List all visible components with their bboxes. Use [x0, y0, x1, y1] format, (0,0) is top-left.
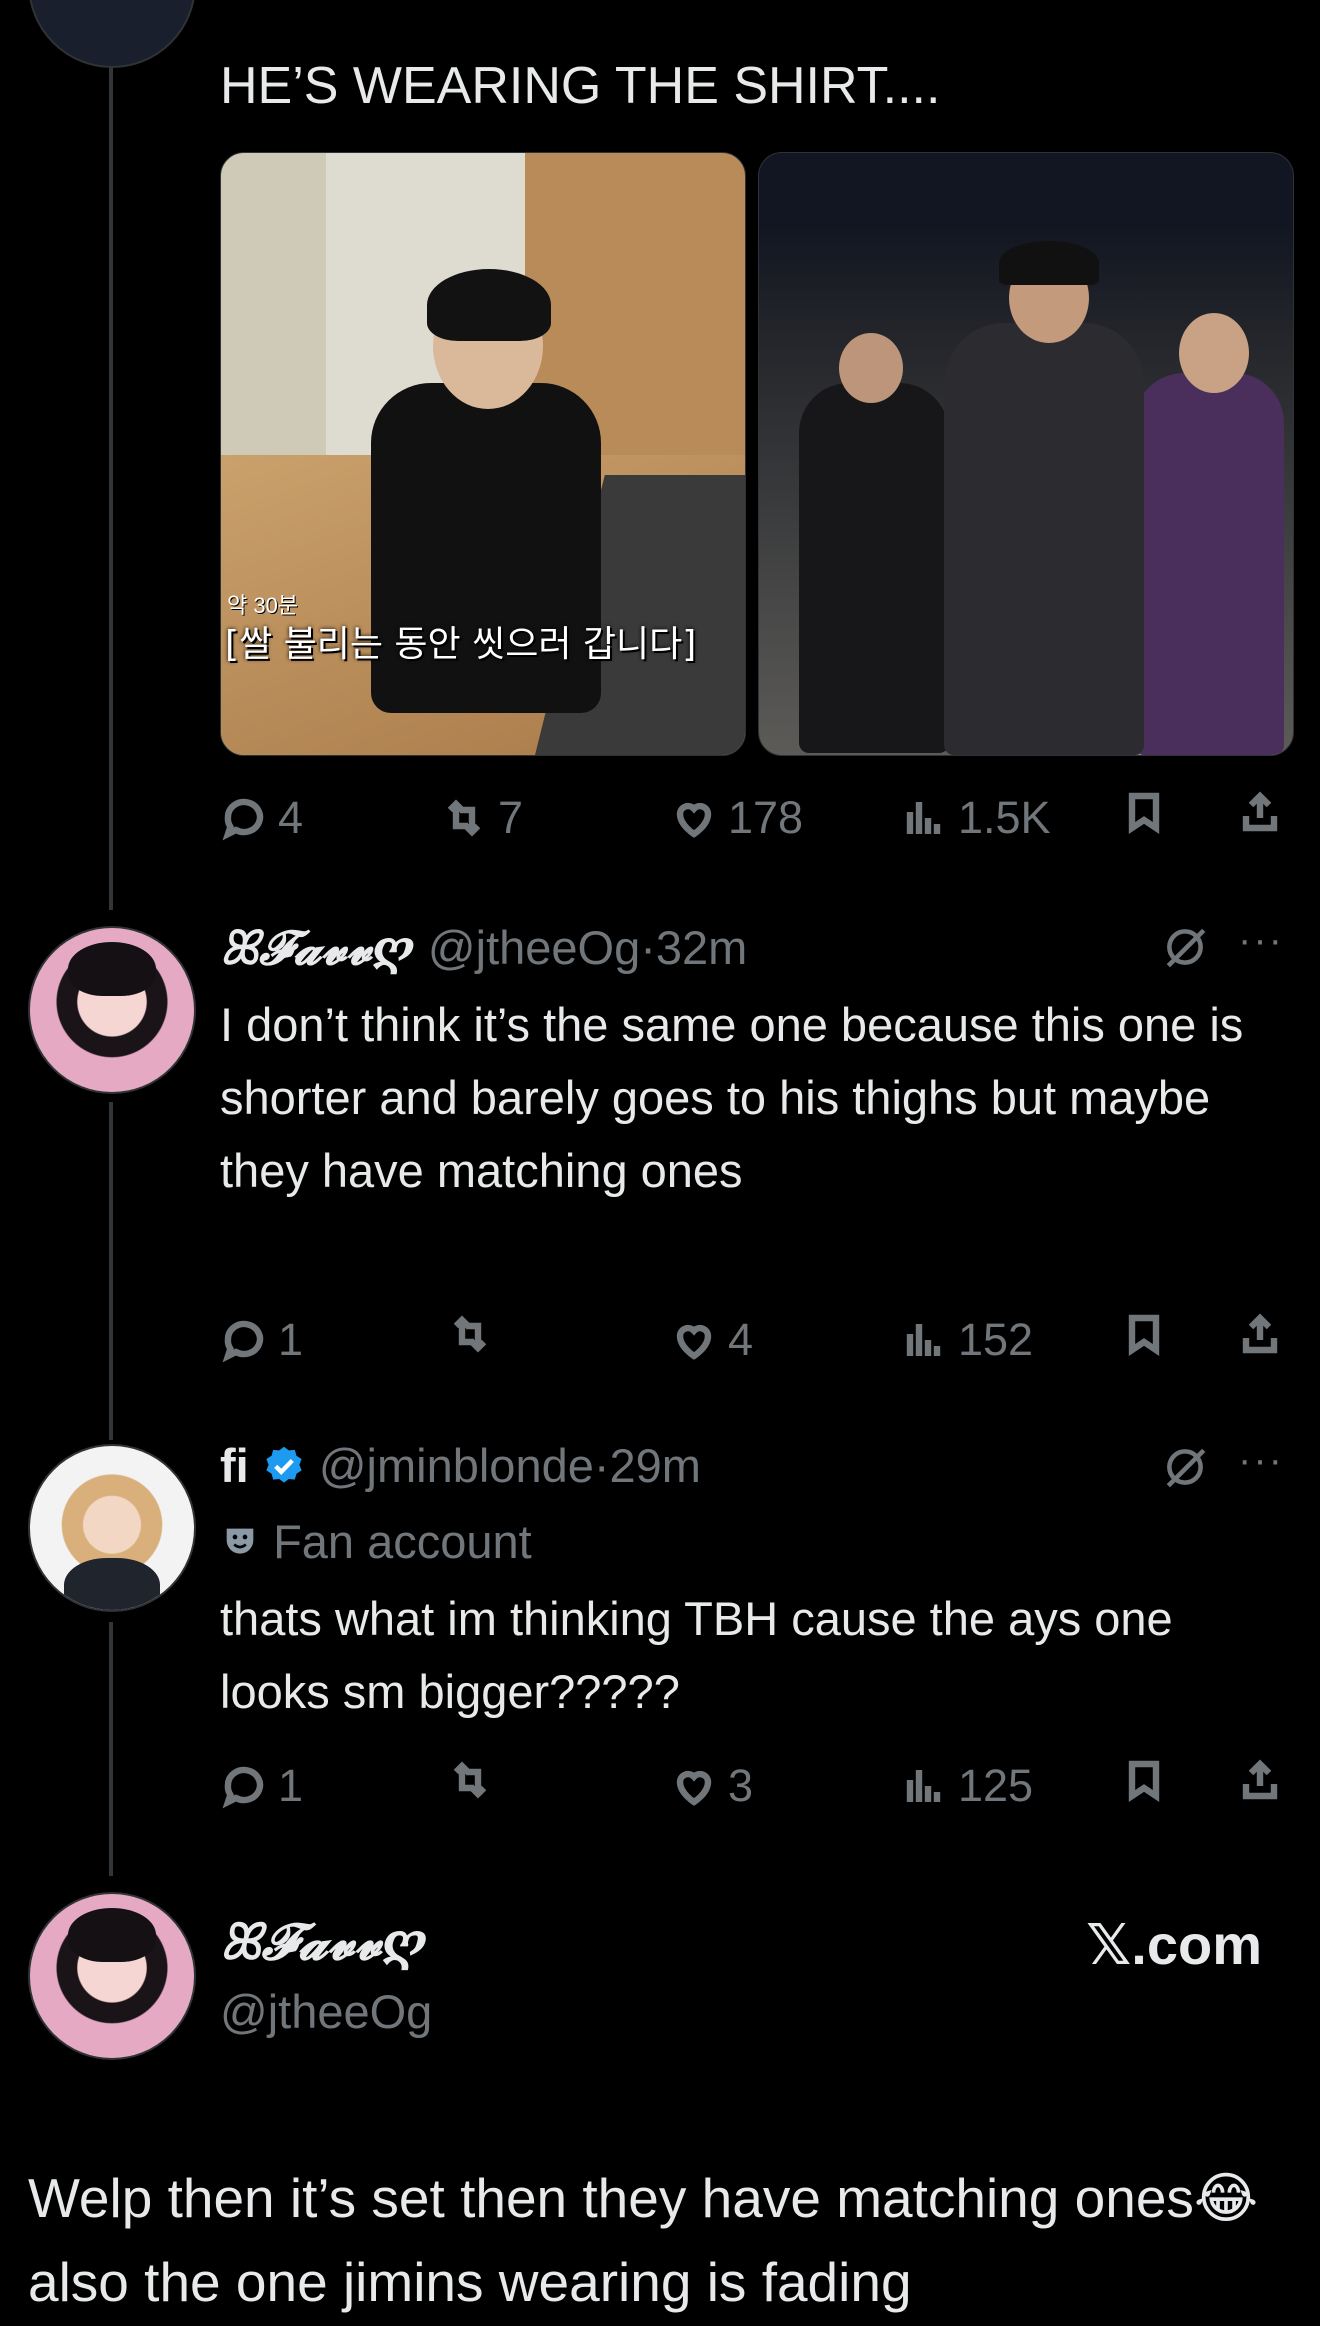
heart-icon — [676, 1770, 712, 1806]
bookmark-button[interactable] — [1120, 1756, 1168, 1804]
like-button[interactable]: 3 — [670, 1756, 753, 1816]
repost-button[interactable] — [446, 1756, 504, 1804]
repost-button[interactable] — [446, 1310, 504, 1358]
tweet-header: fi @jminblonde·29m — [220, 1436, 701, 1496]
bookmark-icon — [1128, 1760, 1160, 1802]
repost-icon — [453, 1761, 487, 1799]
repost-button[interactable]: 7 — [440, 788, 523, 848]
timestamp[interactable]: ·32m — [640, 921, 747, 974]
tweet-text: HE’S WEARING THE SHIRT.... — [220, 57, 941, 115]
repost-icon — [447, 799, 481, 837]
reply-button[interactable]: 4 — [220, 788, 303, 848]
bookmark-icon — [1128, 792, 1160, 834]
timestamp[interactable]: ·29m — [594, 1439, 701, 1492]
fan-account-label: Fan account — [220, 1512, 532, 1572]
avatar[interactable] — [28, 0, 196, 68]
share-button[interactable] — [1236, 1310, 1284, 1358]
tweet-actions: 4 7 178 1.5K — [220, 788, 1292, 848]
bookmark-button[interactable] — [1120, 788, 1168, 836]
post-caption: Welp then it’s set then they have matchi… — [28, 2167, 1259, 2313]
tweet-actions: 1 4 152 — [220, 1310, 1292, 1370]
tweet-header: ꕤ𝓕𝓪𝓿𝓿ღ @jtheeOg·32m — [220, 918, 747, 979]
views-button[interactable]: 1.5K — [900, 788, 1051, 848]
thread-line — [109, 1622, 113, 1876]
heart-icon — [676, 802, 712, 838]
verified-badge-icon — [266, 1446, 302, 1483]
footer-handle: @jtheeOg — [220, 1985, 433, 2038]
views-button[interactable]: 125 — [900, 1756, 1033, 1816]
bookmark-icon — [1128, 1314, 1160, 1356]
tweet-text: thats what im thinking TBH cause the ays… — [220, 1592, 1173, 1718]
tweet-media-image[interactable] — [758, 152, 1294, 756]
views-icon — [906, 802, 941, 834]
heart-icon — [676, 1324, 712, 1360]
share-icon — [1242, 1313, 1278, 1354]
reply-icon — [222, 798, 264, 841]
theater-masks-icon — [226, 1528, 254, 1554]
thread-line — [109, 1102, 113, 1440]
like-button[interactable]: 4 — [670, 1310, 753, 1370]
handle[interactable]: @jminblonde — [319, 1439, 594, 1492]
views-icon — [906, 1324, 941, 1356]
avatar[interactable] — [28, 1892, 196, 2060]
repost-icon — [453, 1315, 487, 1353]
more-icon[interactable]: ··· — [1238, 920, 1284, 960]
share-icon — [1242, 1759, 1278, 1800]
avatar[interactable] — [28, 1444, 196, 1612]
x-brand-logo: 𝕏.com — [1086, 1913, 1262, 1976]
tweet-actions: 1 3 125 — [220, 1756, 1292, 1816]
like-button[interactable]: 178 — [670, 788, 803, 848]
avatar[interactable] — [28, 926, 196, 1094]
views-icon — [906, 1770, 941, 1802]
footer-display-name: ꕤ𝓕𝓪𝓿𝓿ღ — [220, 1912, 428, 1971]
share-button[interactable] — [1236, 1756, 1284, 1804]
share-button[interactable] — [1236, 788, 1284, 836]
handle[interactable]: @jtheeOg — [428, 921, 640, 974]
thread-line — [109, 46, 113, 910]
views-button[interactable]: 152 — [900, 1310, 1033, 1370]
more-icon[interactable]: ··· — [1238, 1440, 1284, 1480]
share-icon — [1242, 791, 1278, 832]
image-subtitle: [쌀 불리는 동안 씻으러 갑니다] — [225, 624, 697, 665]
tweet-text: I don’t think it’s the same one because … — [220, 998, 1244, 1197]
image-subtitle-small: 약 30분 — [227, 593, 299, 618]
grok-icon[interactable] — [1160, 922, 1210, 972]
grok-icon[interactable] — [1160, 1442, 1210, 1492]
bookmark-button[interactable] — [1120, 1310, 1168, 1358]
reply-button[interactable]: 1 — [220, 1310, 303, 1370]
reply-icon — [222, 1320, 264, 1363]
display-name[interactable]: fi — [220, 1439, 249, 1492]
tweet-media-image[interactable]: 약 30분 [쌀 불리는 동안 씻으러 갑니다] — [220, 152, 746, 756]
reply-button[interactable]: 1 — [220, 1756, 303, 1816]
display-name[interactable]: ꕤ𝓕𝓪𝓿𝓿ღ — [220, 921, 415, 976]
reply-icon — [222, 1766, 264, 1809]
